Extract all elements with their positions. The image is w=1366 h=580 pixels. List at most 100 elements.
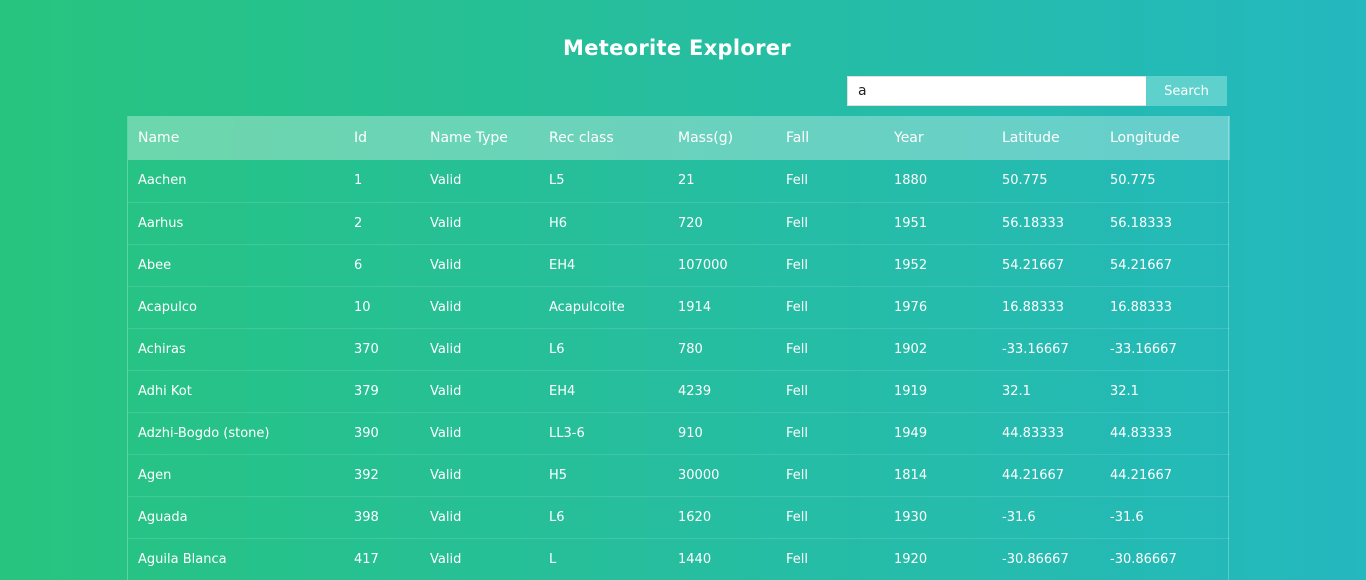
cell-longitude: 56.18333 bbox=[1110, 215, 1173, 231]
cell-latitude: 56.18333 bbox=[1002, 215, 1065, 231]
cell-id: 398 bbox=[354, 509, 379, 525]
cell-fall: Fell bbox=[786, 341, 808, 357]
table-row[interactable]: Adhi Kot 379 Valid EH4 4239 Fell 1919 32.1 32.1 bbox=[128, 370, 1230, 412]
cell-latitude: 44.83333 bbox=[1002, 425, 1065, 441]
cell-fall: Fell bbox=[786, 257, 808, 273]
table-header-row: Name Id Name Type Rec class Mass(g) Fall… bbox=[128, 116, 1230, 160]
cell-latitude: 50.775 bbox=[1002, 173, 1048, 189]
cell-latitude: -30.86667 bbox=[1002, 551, 1069, 567]
cell-mass: 1914 bbox=[678, 299, 712, 315]
table-row[interactable]: Abee 6 Valid EH4 107000 Fell 1952 54.21667 54.21… bbox=[128, 244, 1230, 286]
cell-mass: 910 bbox=[678, 425, 703, 441]
cell-year: 1902 bbox=[894, 341, 928, 357]
cell-longitude: 54.21667 bbox=[1110, 257, 1173, 273]
cell-latitude: -33.16667 bbox=[1002, 341, 1069, 357]
cell-mass: 1620 bbox=[678, 509, 712, 525]
table-row[interactable]: Aguila Blanca 417 Valid L 1440 Fell 1920 -30.86… bbox=[128, 538, 1230, 580]
cell-rec-class: EH4 bbox=[549, 383, 576, 399]
cell-name: Acapulco bbox=[138, 299, 197, 315]
cell-year: 1814 bbox=[894, 467, 928, 483]
cell-mass: 107000 bbox=[678, 257, 728, 273]
cell-name: Abee bbox=[138, 257, 172, 273]
cell-id: 6 bbox=[354, 257, 363, 273]
cell-name-type: Valid bbox=[430, 341, 462, 357]
cell-longitude: 32.1 bbox=[1110, 383, 1139, 399]
cell-mass: 4239 bbox=[678, 383, 712, 399]
table-row[interactable]: Acapulco 10 Valid Acapulcoite 1914 Fell 1976 16… bbox=[128, 286, 1230, 328]
cell-id: 10 bbox=[354, 299, 371, 315]
meteorite-table-container: Name Id Name Type Rec class Mass(g) Fall… bbox=[127, 116, 1230, 580]
cell-latitude: 54.21667 bbox=[1002, 257, 1065, 273]
column-header-latitude[interactable]: Latitude bbox=[992, 116, 1100, 160]
cell-rec-class: L5 bbox=[549, 173, 565, 189]
cell-name-type: Valid bbox=[430, 173, 462, 189]
cell-longitude: 44.21667 bbox=[1110, 467, 1173, 483]
column-header-id[interactable]: Id bbox=[344, 116, 420, 160]
cell-latitude: -31.6 bbox=[1002, 509, 1036, 525]
cell-fall: Fell bbox=[786, 383, 808, 399]
cell-rec-class: Acapulcoite bbox=[549, 299, 625, 315]
cell-id: 2 bbox=[354, 215, 363, 231]
column-header-longitude[interactable]: Longitude bbox=[1100, 116, 1230, 160]
table-row[interactable]: Aguada 398 Valid L6 1620 Fell 1930 -31.6 -31.6 bbox=[128, 496, 1230, 538]
column-header-rec-class[interactable]: Rec class bbox=[539, 116, 668, 160]
cell-latitude: 44.21667 bbox=[1002, 467, 1065, 483]
cell-rec-class: L6 bbox=[549, 341, 565, 357]
cell-fall: Fell bbox=[786, 299, 808, 315]
cell-fall: Fell bbox=[786, 551, 808, 567]
cell-mass: 780 bbox=[678, 341, 703, 357]
cell-name-type: Valid bbox=[430, 299, 462, 315]
cell-name-type: Valid bbox=[430, 425, 462, 441]
cell-name: Agen bbox=[138, 467, 172, 483]
cell-latitude: 16.88333 bbox=[1002, 299, 1065, 315]
cell-id: 390 bbox=[354, 425, 379, 441]
column-header-name-type[interactable]: Name Type bbox=[420, 116, 539, 160]
cell-name-type: Valid bbox=[430, 551, 462, 567]
cell-rec-class: L bbox=[549, 551, 557, 567]
table-row[interactable]: Adzhi-Bogdo (stone) 390 Valid LL3-6 910 Fell 1… bbox=[128, 412, 1230, 454]
table-row[interactable]: Aarhus 2 Valid H6 720 Fell 1951 56.18333 56.1833… bbox=[128, 202, 1230, 244]
table-row[interactable]: Aachen 1 Valid L5 21 Fell 1880 50.775 50.775 bbox=[128, 160, 1230, 202]
cell-name: Adhi Kot bbox=[138, 383, 192, 399]
column-header-mass[interactable]: Mass(g) bbox=[668, 116, 776, 160]
cell-year: 1930 bbox=[894, 509, 928, 525]
cell-fall: Fell bbox=[786, 425, 808, 441]
column-header-name[interactable]: Name bbox=[128, 116, 344, 160]
cell-id: 1 bbox=[354, 173, 363, 189]
search-button[interactable]: Search bbox=[1146, 76, 1227, 106]
cell-mass: 30000 bbox=[678, 467, 720, 483]
search-input[interactable] bbox=[847, 76, 1146, 106]
cell-fall: Fell bbox=[786, 173, 808, 189]
column-header-year[interactable]: Year bbox=[884, 116, 992, 160]
page-title: Meteorite Explorer bbox=[563, 36, 791, 60]
cell-mass: 1440 bbox=[678, 551, 712, 567]
cell-rec-class: LL3-6 bbox=[549, 425, 585, 441]
cell-longitude: 16.88333 bbox=[1110, 299, 1173, 315]
cell-fall: Fell bbox=[786, 215, 808, 231]
cell-rec-class: H5 bbox=[549, 467, 568, 483]
cell-name: Aguila Blanca bbox=[138, 551, 227, 567]
cell-mass: 21 bbox=[678, 173, 695, 189]
cell-id: 417 bbox=[354, 551, 379, 567]
cell-longitude: 50.775 bbox=[1110, 173, 1156, 189]
cell-name: Aguada bbox=[138, 509, 188, 525]
table-row[interactable]: Achiras 370 Valid L6 780 Fell 1902 -33.16667 -33… bbox=[128, 328, 1230, 370]
cell-name-type: Valid bbox=[430, 467, 462, 483]
cell-name-type: Valid bbox=[430, 509, 462, 525]
cell-name: Aachen bbox=[138, 173, 187, 189]
cell-year: 1919 bbox=[894, 383, 928, 399]
cell-longitude: 44.83333 bbox=[1110, 425, 1173, 441]
cell-name-type: Valid bbox=[430, 257, 462, 273]
cell-year: 1920 bbox=[894, 551, 928, 567]
table-row[interactable]: Agen 392 Valid H5 30000 Fell 1814 44.21667 44.21… bbox=[128, 454, 1230, 496]
cell-latitude: 32.1 bbox=[1002, 383, 1031, 399]
cell-name-type: Valid bbox=[430, 383, 462, 399]
cell-id: 379 bbox=[354, 383, 379, 399]
cell-mass: 720 bbox=[678, 215, 703, 231]
column-header-fall[interactable]: Fall bbox=[776, 116, 884, 160]
cell-rec-class: EH4 bbox=[549, 257, 576, 273]
cell-fall: Fell bbox=[786, 509, 808, 525]
table-body: Aachen 1 Valid L5 21 Fell 1880 50.775 50.775 Aarh… bbox=[128, 160, 1230, 580]
cell-year: 1952 bbox=[894, 257, 928, 273]
cell-year: 1951 bbox=[894, 215, 928, 231]
